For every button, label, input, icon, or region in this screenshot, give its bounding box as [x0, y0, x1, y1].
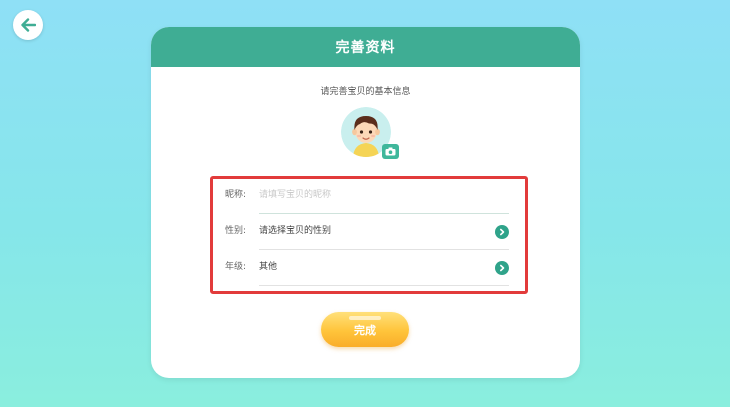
arrow-left-icon	[21, 18, 36, 32]
grade-row[interactable]: 年级: 其他	[225, 252, 509, 286]
camera-icon[interactable]	[382, 144, 399, 159]
grade-label: 年级:	[225, 262, 247, 272]
nickname-row[interactable]: 昵称: 请填写宝贝的昵称	[225, 180, 509, 214]
gender-underline	[259, 249, 509, 250]
gender-label: 性别:	[225, 226, 247, 236]
done-button-label: 完成	[354, 323, 376, 337]
grade-select[interactable]: 其他	[259, 259, 277, 272]
subtitle: 请完善宝贝的基本信息	[320, 87, 411, 97]
page-title: 完善资料	[335, 40, 396, 56]
button-shine	[349, 316, 381, 320]
grade-underline	[259, 285, 509, 286]
chevron-right-icon[interactable]	[495, 225, 509, 239]
profile-card: 完善资料 请完善宝贝的基本信息 昵称: 请填写宝贝的昵称 性别: 请选择宝贝的性…	[151, 27, 580, 378]
gender-row[interactable]: 性别: 请选择宝贝的性别	[225, 216, 509, 250]
chevron-right-icon[interactable]	[495, 261, 509, 275]
nickname-underline	[259, 212, 509, 214]
card-header: 完善资料	[151, 27, 580, 67]
gender-select[interactable]: 请选择宝贝的性别	[259, 223, 331, 236]
profile-form: 昵称: 请填写宝贝的昵称 性别: 请选择宝贝的性别 年级: 其他	[210, 176, 528, 294]
back-button[interactable]	[13, 10, 43, 40]
nickname-label: 昵称:	[225, 190, 247, 200]
done-button[interactable]: 完成	[321, 312, 409, 347]
avatar-upload[interactable]	[341, 107, 399, 159]
nickname-input[interactable]: 请填写宝贝的昵称	[259, 187, 331, 200]
